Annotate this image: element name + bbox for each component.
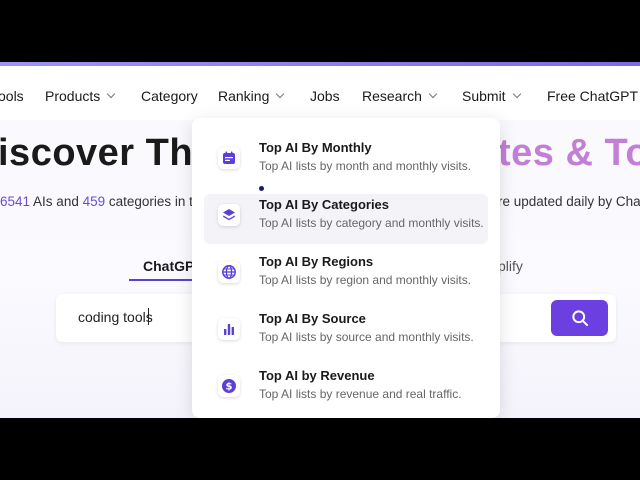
nav-item-jobs[interactable]: Jobs xyxy=(310,88,340,104)
dropdown-item-title: Top AI By Monthly xyxy=(259,140,372,155)
search-button[interactable] xyxy=(551,300,608,336)
dropdown-item-desc: Top AI lists by source and monthly visit… xyxy=(259,330,474,344)
nav-item-label: Ranking xyxy=(218,88,270,104)
hero-title: iscover Th xyxy=(0,132,194,174)
tab-active-underline xyxy=(129,279,195,281)
hero-subtitle-text: AIs and xyxy=(30,194,83,209)
tab-chatgpt[interactable]: ChatGP xyxy=(143,258,194,274)
globe-icon xyxy=(218,261,240,283)
dropdown-item-title: Top AI By Regions xyxy=(259,254,374,269)
search-input[interactable] xyxy=(78,309,198,325)
nav-item-research[interactable]: Research xyxy=(362,88,438,104)
nav-item-ranking[interactable]: Ranking xyxy=(218,88,285,104)
dropdown-item-title: Top AI By Source xyxy=(259,311,366,326)
chevron-down-icon xyxy=(107,89,116,99)
layers-icon xyxy=(218,204,240,226)
dropdown-item-source[interactable]: Top AI By Source Top AI lists by source … xyxy=(204,308,488,358)
top-nav: ools Products Category Ranking Jobs Rese… xyxy=(0,66,640,120)
nav-item-free-chatgpt[interactable]: Free ChatGPT 5 xyxy=(547,88,640,104)
chevron-down-icon xyxy=(428,89,438,99)
tab-simplify[interactable]: plify xyxy=(498,258,523,274)
hero-subtitle-right: re updated daily by Cha xyxy=(498,194,640,209)
svg-text:$: $ xyxy=(226,382,233,393)
chevron-down-icon xyxy=(512,89,521,99)
nav-item-label: Category xyxy=(141,88,198,104)
nav-item-label: Submit xyxy=(462,88,506,104)
ranking-dropdown-menu: Top AI By Monthly Top AI lists by month … xyxy=(192,118,500,418)
bar-chart-icon xyxy=(218,318,240,340)
nav-item-submit[interactable]: Submit xyxy=(462,88,521,104)
chevron-down-icon xyxy=(276,89,285,99)
nav-item-products[interactable]: Products xyxy=(45,88,116,104)
letterbox-bottom xyxy=(0,418,640,480)
hero-subtitle: 6541 AIs and 459 categories in t xyxy=(0,194,193,209)
nav-item-label: Jobs xyxy=(310,88,340,104)
dropdown-item-revenue[interactable]: $ Top AI by Revenue Top AI lists by reve… xyxy=(204,365,488,415)
dropdown-item-desc: Top AI lists by region and monthly visit… xyxy=(259,273,472,287)
nav-item-label: Products xyxy=(45,88,101,104)
text-caret xyxy=(148,308,149,325)
dropdown-item-monthly[interactable]: Top AI By Monthly Top AI lists by month … xyxy=(204,137,488,187)
nav-item-label: ools xyxy=(0,88,24,104)
nav-item-tools[interactable]: ools xyxy=(0,88,24,104)
nav-item-label: Free ChatGPT 5 xyxy=(547,88,640,104)
mouse-cursor-dot xyxy=(259,186,264,191)
category-count[interactable]: 459 xyxy=(83,194,106,209)
nav-item-category[interactable]: Category xyxy=(141,88,198,104)
search-icon xyxy=(571,310,588,327)
hero-title-gradient: tes & To xyxy=(498,132,640,174)
page: ools Products Category Ranking Jobs Rese… xyxy=(0,62,640,418)
ai-count[interactable]: 6541 xyxy=(0,194,30,209)
dollar-icon: $ xyxy=(218,375,240,397)
dropdown-item-desc: Top AI lists by month and monthly visits… xyxy=(259,159,472,173)
dropdown-item-regions[interactable]: Top AI By Regions Top AI lists by region… xyxy=(204,251,488,301)
hero-subtitle-text: categories in t xyxy=(105,194,193,209)
letterbox-top xyxy=(0,0,640,62)
calendar-icon xyxy=(218,147,240,169)
dropdown-item-categories[interactable]: Top AI By Categories Top AI lists by cat… xyxy=(204,194,488,244)
dropdown-item-title: Top AI By Categories xyxy=(259,197,390,212)
dropdown-item-desc: Top AI lists by category and monthly vis… xyxy=(259,216,484,230)
dropdown-item-desc: Top AI lists by revenue and real traffic… xyxy=(259,387,462,401)
nav-item-label: Research xyxy=(362,88,422,104)
dropdown-item-title: Top AI by Revenue xyxy=(259,368,375,383)
